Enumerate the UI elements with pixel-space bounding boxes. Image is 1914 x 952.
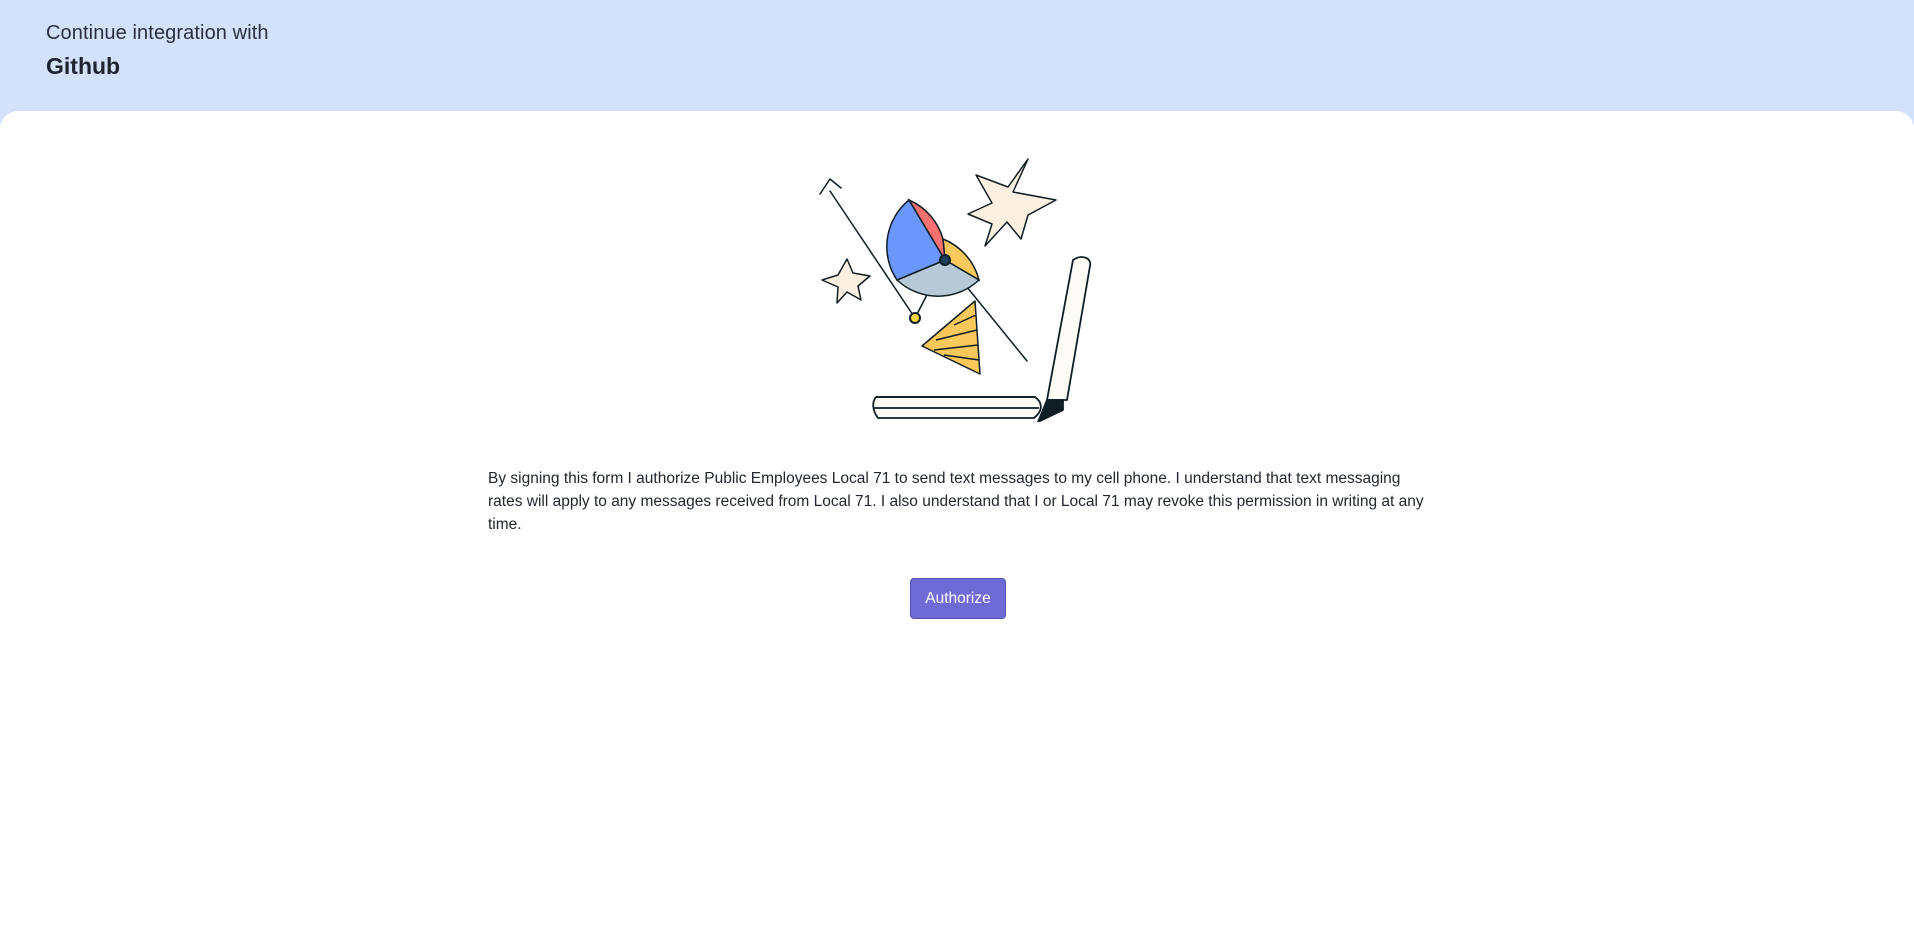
sms-consent-text: By signing this form I authorize Public … xyxy=(488,470,1424,533)
integration-subtitle: Continue integration with xyxy=(46,22,269,44)
analytics-illustration-icon xyxy=(819,158,1092,422)
page-header: Continue integration with Github xyxy=(0,0,1914,111)
integration-title: Github xyxy=(46,53,121,79)
authorize-button[interactable]: Authorize xyxy=(910,578,1006,619)
